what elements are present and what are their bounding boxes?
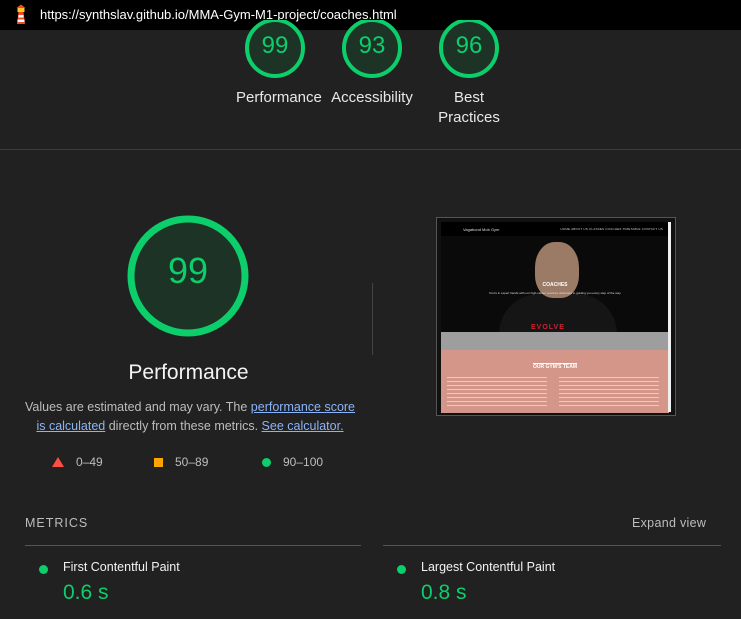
gauge-score: 96 xyxy=(455,32,483,59)
legend-average-label: 50–89 xyxy=(175,455,209,469)
gauge-label: Performance xyxy=(236,89,322,106)
expand-view-button[interactable]: Expand view xyxy=(632,516,706,530)
performance-description: Values are estimated and may vary. The p… xyxy=(22,398,358,436)
legend-pass-label: 90–100 xyxy=(283,455,324,469)
gauge-accessibility[interactable]: 93 Accessibility xyxy=(331,20,413,108)
thumb-navbar: Vagabond Mob Gym HOME ABOUT US CLASSES C… xyxy=(441,222,669,236)
metric-value: 0.6 s xyxy=(63,581,109,604)
thumb-hero-image: EVOLVE COACHES You're in expert hands wi… xyxy=(441,236,669,332)
metric-divider xyxy=(25,545,361,546)
legend-average: 50–89 xyxy=(154,455,208,469)
pass-dot-icon xyxy=(39,565,48,574)
thumb-section-title: OUR GYM'S TEAM xyxy=(533,364,577,370)
metric-divider xyxy=(383,545,721,546)
thumb-hero-subtitle: You're in expert hands with our high-cal… xyxy=(488,291,622,295)
thumb-person-head xyxy=(535,242,579,298)
desc-text: Values are estimated and may vary. The xyxy=(24,400,251,414)
triangle-icon xyxy=(52,457,64,467)
thumb-text-column xyxy=(559,377,659,407)
gauge-performance[interactable]: 99 Performance xyxy=(236,20,322,108)
lighthouse-icon xyxy=(16,4,26,24)
gauge-label-line2: Practices xyxy=(438,109,500,126)
gauge-score: 99 xyxy=(261,32,289,59)
thumb-scrollbar xyxy=(668,222,671,412)
thumb-hero-title: COACHES xyxy=(542,282,568,288)
thumb-grey-band xyxy=(441,332,669,350)
legend-fail: 0–49 xyxy=(52,455,103,469)
thumb-menu: HOME ABOUT US CLASSES COACHES TIMETABLE … xyxy=(560,227,663,231)
metrics-heading: METRICS xyxy=(25,516,89,530)
gauge-score: 93 xyxy=(358,32,386,59)
thumb-brand: Vagabond Mob Gym xyxy=(463,227,500,232)
thumb-team-section: OUR GYM'S TEAM xyxy=(441,350,669,413)
square-icon xyxy=(154,457,163,467)
thumb-text-column xyxy=(447,377,547,407)
metric-title: Largest Contentful Paint xyxy=(421,560,556,574)
section-divider xyxy=(0,149,741,150)
thumb-shirt-logo: EVOLVE xyxy=(531,324,565,331)
performance-score-large: 99 xyxy=(167,250,209,291)
pass-dot-icon xyxy=(397,565,406,574)
metric-title: First Contentful Paint xyxy=(63,560,180,574)
vertical-divider xyxy=(372,283,373,355)
gauge-best-practices[interactable]: 96 Best Practices xyxy=(430,20,508,128)
see-calculator-link[interactable]: See calculator. xyxy=(262,419,344,433)
desc-text: directly from these metrics. xyxy=(105,419,262,433)
circle-icon xyxy=(262,457,271,467)
legend-pass: 90–100 xyxy=(262,455,323,469)
metric-value: 0.8 s xyxy=(421,581,467,604)
gauge-label-line1: Best xyxy=(453,89,484,106)
legend-fail-label: 0–49 xyxy=(76,455,103,469)
final-screenshot-thumbnail[interactable]: Vagabond Mob Gym HOME ABOUT US CLASSES C… xyxy=(436,217,676,416)
gauge-label: Accessibility xyxy=(331,89,413,106)
performance-title: Performance xyxy=(128,361,249,384)
